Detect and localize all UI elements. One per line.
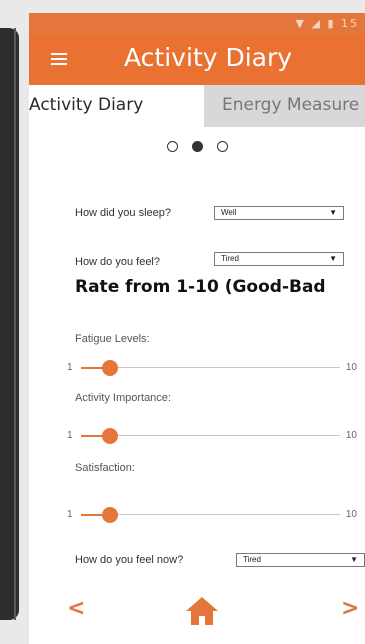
fatigue-levels-label: Fatigue Levels: [75, 333, 150, 345]
slider-track [81, 514, 340, 515]
tab-energy-measure[interactable]: Energy Measure [204, 85, 365, 127]
slider-track [81, 435, 340, 436]
next-arrow-icon[interactable]: > [341, 592, 359, 626]
fatigue-slider[interactable]: 1 10 [67, 360, 365, 376]
feel-now-question-label: How do you feel now? [75, 554, 184, 566]
previous-arrow-icon[interactable]: < [67, 592, 85, 626]
dropdown-arrow-icon: ▼ [350, 555, 358, 564]
wifi-icon: ▼ [295, 17, 306, 30]
slider-min-label: 1 [67, 362, 73, 373]
rate-title: Rate from 1-10 (Good-Bad [75, 277, 326, 297]
status-bar: ▼ ◢ ▮ 15 [29, 13, 365, 35]
slider-track [81, 367, 340, 368]
tab-bar: Activity Diary Energy Measure [29, 85, 365, 127]
status-icons: ▼ ◢ ▮ 15 [296, 17, 360, 30]
satisfaction-slider[interactable]: 1 10 [67, 507, 365, 523]
slider-thumb[interactable] [101, 360, 118, 376]
battery-icon: ▮ [327, 17, 336, 30]
feel-select-value: Tired [221, 254, 239, 263]
page-indicator [29, 138, 365, 156]
page-dot[interactable] [166, 141, 178, 153]
slider-thumb[interactable] [101, 428, 118, 444]
feel-now-select[interactable]: Tired ▼ [236, 553, 365, 567]
sleep-select-value: Well [221, 208, 237, 217]
activity-importance-slider[interactable]: 1 10 [67, 428, 365, 444]
bottom-nav: < > [29, 592, 365, 631]
device-edge [0, 28, 19, 620]
sleep-select[interactable]: Well ▼ [214, 206, 344, 220]
app-bar: Activity Diary [29, 35, 365, 85]
slider-min-label: 1 [67, 509, 73, 520]
sleep-question-label: How did you sleep? [75, 207, 172, 219]
home-icon[interactable] [185, 596, 219, 626]
feel-select[interactable]: Tired ▼ [214, 252, 344, 266]
dropdown-arrow-icon: ▼ [329, 254, 337, 263]
feel-now-select-value: Tired [243, 555, 261, 564]
slider-thumb[interactable] [101, 507, 118, 523]
app-title: Activity Diary [124, 43, 293, 72]
page-dot[interactable] [216, 141, 228, 153]
tab-label: Activity Diary [29, 95, 144, 115]
activity-importance-label: Activity Importance: [75, 392, 171, 404]
slider-min-label: 1 [67, 430, 73, 441]
feel-question-label: How do you feel? [75, 256, 160, 268]
slider-max-label: 10 [345, 509, 357, 520]
phone-screen: ▼ ◢ ▮ 15 Activity Diary Activity Diary E… [29, 13, 365, 644]
page-dot-current[interactable] [191, 141, 203, 153]
dropdown-arrow-icon: ▼ [329, 208, 337, 217]
menu-icon[interactable] [51, 53, 67, 65]
status-time: 15 [341, 17, 359, 30]
satisfaction-label: Satisfaction: [75, 462, 135, 474]
slider-max-label: 10 [345, 430, 357, 441]
signal-icon: ◢ [311, 17, 322, 30]
tab-activity-diary[interactable]: Activity Diary [29, 85, 204, 127]
tab-label: Energy Measure [222, 95, 360, 115]
slider-max-label: 10 [345, 362, 357, 373]
